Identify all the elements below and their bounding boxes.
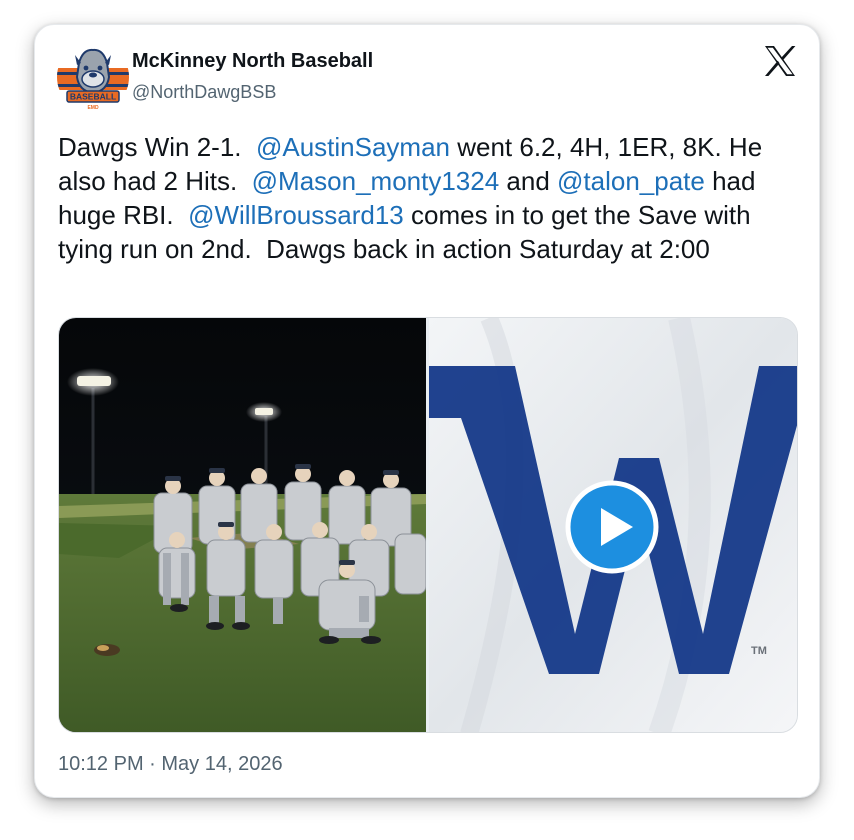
bulldog-logo-icon: BASEBALL EMD: [57, 41, 129, 113]
play-icon[interactable]: [565, 480, 659, 574]
trademark-mark: TM: [751, 645, 767, 657]
mention-link[interactable]: @WillBroussard13: [188, 200, 404, 230]
mention-link[interactable]: @talon_pate: [557, 166, 705, 196]
x-logo-icon[interactable]: [763, 45, 797, 77]
video-thumbnail[interactable]: TM: [429, 318, 797, 732]
media-grid: TM: [58, 317, 798, 733]
play-button[interactable]: [565, 480, 659, 574]
avatar-text: BASEBALL: [70, 92, 116, 102]
avatar[interactable]: BASEBALL EMD: [57, 41, 129, 113]
tweet-text-segment: and: [499, 166, 558, 196]
mention-link[interactable]: @Mason_monty1324: [252, 166, 500, 196]
display-name[interactable]: McKinney North Baseball: [132, 50, 373, 73]
tweet-text: Dawgs Win 2-1. @AustinSayman went 6.2, 4…: [58, 130, 798, 266]
team-photo[interactable]: [59, 318, 427, 732]
handle[interactable]: @NorthDawgBSB: [132, 82, 276, 103]
tweet-text-segment: Dawgs Win 2-1.: [58, 132, 256, 162]
avatar-subtext: EMD: [87, 105, 99, 111]
tweet-card: BASEBALL EMD McKinney North Baseball @No…: [34, 24, 820, 798]
timestamp[interactable]: 10:12 PM · May 14, 2026: [58, 753, 283, 776]
mention-link[interactable]: @AustinSayman: [256, 132, 450, 162]
